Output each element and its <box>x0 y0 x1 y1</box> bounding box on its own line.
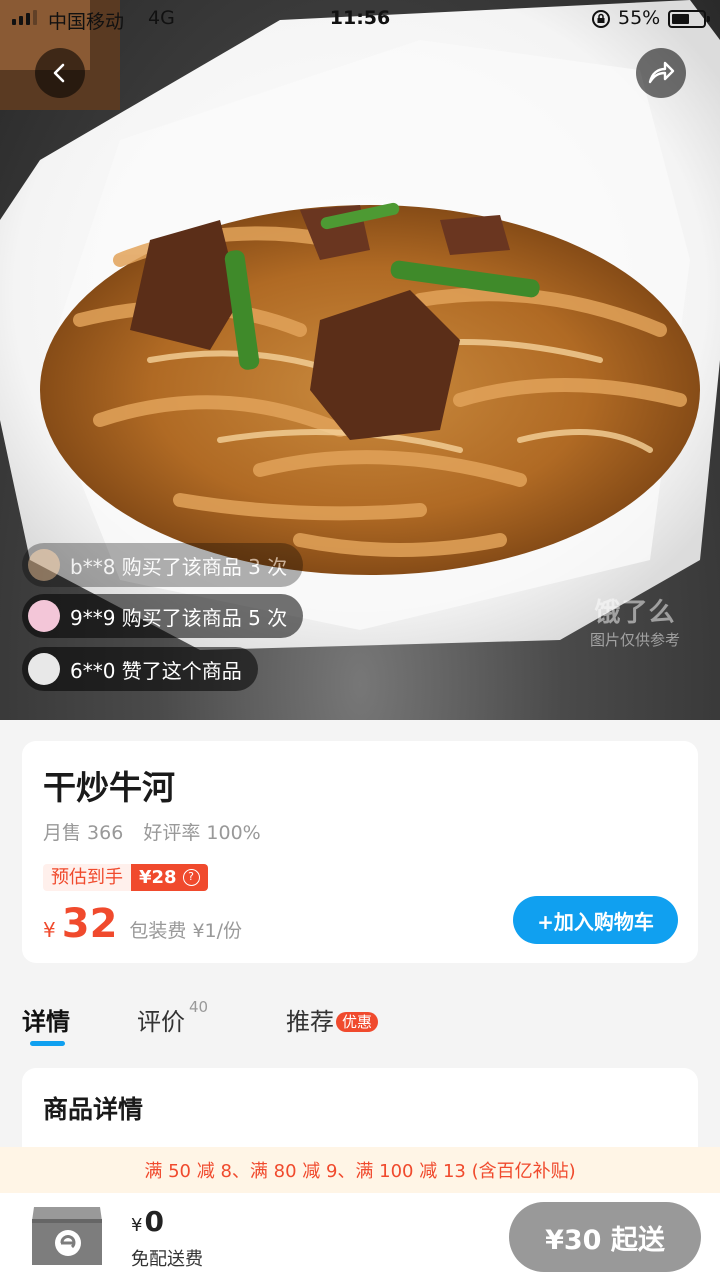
buyer-activity-text: b**8 购买了该商品 3 次 <box>70 554 288 579</box>
tab-label: 评价 <box>137 1008 185 1036</box>
estimated-price-badge[interactable]: 预估到手 ¥28 ? <box>43 864 208 891</box>
positive-rating: 好评率 100% <box>143 822 261 844</box>
share-button[interactable] <box>636 48 686 98</box>
tab-recommend[interactable]: 推荐 优惠 <box>286 1002 379 1037</box>
product-stats: 月售 366 好评率 100% <box>43 818 275 845</box>
review-count: 40 <box>189 998 209 1016</box>
product-image[interactable]: 中国移动 4G 11:56 55% b**8 购买了该商品 3 次 9**9 购… <box>0 0 720 720</box>
estimate-label: 预估到手 <box>43 864 131 891</box>
battery-icon <box>668 10 710 28</box>
chevron-left-icon <box>53 63 65 83</box>
estimate-value: ¥28 ? <box>131 864 208 891</box>
tab-reviews[interactable]: 评价40 <box>137 998 208 1037</box>
promo-text: 满 50 减 8、满 80 减 9、满 100 减 13 (含百亿补贴) <box>144 1161 576 1182</box>
status-bar: 中国移动 4G 11:56 55% <box>0 0 720 38</box>
product-info-card: 干炒牛河 月售 366 好评率 100% 预估到手 ¥28 ? ¥ 32 包装费… <box>22 741 698 963</box>
product-price: 32 <box>61 901 118 947</box>
currency-symbol: ¥ <box>43 918 56 942</box>
cart-currency: ¥ <box>131 1215 143 1236</box>
packaging-fee: 包装费 ¥1/份 <box>129 920 243 942</box>
buyer-activity-text: 6**0 赞了这个商品 <box>70 658 242 683</box>
cart-amount: 0 <box>144 1205 164 1238</box>
avatar <box>28 600 60 632</box>
min-order-button[interactable]: ¥30 起送 <box>509 1202 701 1272</box>
product-name: 干炒牛河 <box>43 768 175 807</box>
buyer-activity-item: 6**0 赞了这个商品 <box>22 647 258 691</box>
estimate-price: ¥28 <box>139 867 177 888</box>
share-arrow-icon <box>648 61 675 84</box>
cart-box-icon[interactable] <box>28 1199 106 1273</box>
buyer-activity-text: 9**9 购买了该商品 5 次 <box>70 605 288 630</box>
tab-label: 推荐 <box>286 1008 334 1036</box>
cart-total: ¥ 0 <box>131 1205 164 1238</box>
discount-promo-bar[interactable]: 满 50 减 8、满 80 减 9、满 100 减 13 (含百亿补贴) <box>0 1147 720 1193</box>
monthly-sales: 月售 366 <box>43 822 124 844</box>
back-button[interactable] <box>35 48 85 98</box>
avatar <box>28 653 60 685</box>
tab-details[interactable]: 详情 <box>22 1002 70 1037</box>
price-row: ¥ 32 包装费 ¥1/份 <box>43 901 242 947</box>
detail-tabs: 详情 评价40 推荐 优惠 <box>22 998 698 1052</box>
details-title: 商品详情 <box>43 1095 144 1124</box>
clock: 11:56 <box>329 7 391 29</box>
avatar <box>28 549 60 581</box>
tab-active-indicator <box>30 1041 65 1046</box>
watermark: 饿了么 图片仅供参考 <box>590 592 680 650</box>
delivery-fee: 免配送费 <box>131 1249 203 1270</box>
watermark-note: 图片仅供参考 <box>590 631 681 649</box>
question-icon: ? <box>182 869 200 886</box>
add-to-cart-button[interactable]: +加入购物车 <box>513 896 678 944</box>
orientation-lock-icon <box>592 10 610 28</box>
buyer-activity-item: b**8 购买了该商品 3 次 <box>22 543 304 587</box>
tab-label: 详情 <box>22 1008 70 1036</box>
buyer-activity-item: 9**9 购买了该商品 5 次 <box>22 594 304 638</box>
eleme-logo: 饿了么 <box>594 598 676 628</box>
promo-badge: 优惠 <box>336 1012 379 1032</box>
battery-percent: 55% <box>618 7 661 29</box>
cart-bar: ¥ 0 免配送费 ¥30 起送 <box>0 1193 720 1280</box>
